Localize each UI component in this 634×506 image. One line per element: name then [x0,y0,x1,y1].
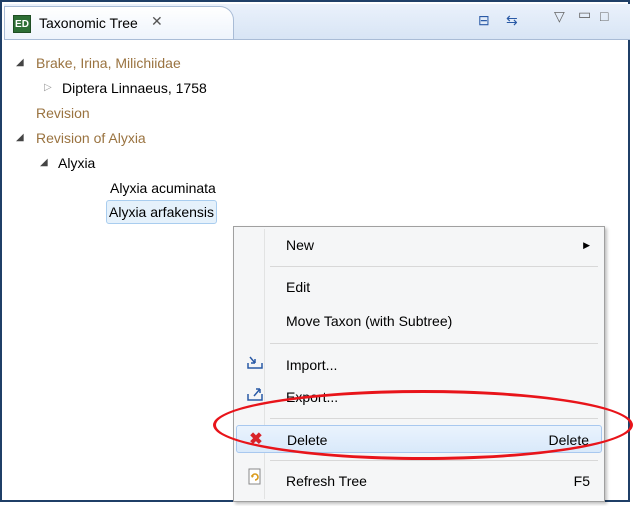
close-icon[interactable]: ✕ [151,13,163,30]
expand-arrow-icon[interactable]: ◢ [40,152,50,174]
tree-node-label: Diptera Linnaeus, 1758 [62,80,207,96]
export-icon [244,383,266,411]
tree-node-label: Revision of Alyxia [36,130,146,146]
submenu-arrow-icon: ▶ [583,240,590,250]
menu-separator [270,418,598,419]
view-tab-bar: ED Taxonomic Tree ✕ ⊟ ⇆ ▽ ▭ □ [4,4,630,40]
tab-taxonomic-tree[interactable]: ED Taxonomic Tree ✕ [4,6,234,39]
menu-item-edit[interactable]: Edit [236,273,602,301]
import-icon [244,351,266,379]
editor-logo-icon: ED [13,15,31,33]
expand-arrow-icon[interactable]: ◢ [16,127,26,149]
tree-node-label: Alyxia [58,155,96,171]
tree-node[interactable]: Revision [36,102,90,124]
delete-icon: ✖ [249,431,263,448]
link-with-editor-icon[interactable]: ⇆ [506,12,518,29]
menu-separator [270,343,598,344]
menu-item-export[interactable]: Export... [236,383,602,411]
minimize-icon[interactable]: ▭ [578,6,591,23]
refresh-icon [244,467,266,495]
menu-item-delete[interactable]: ✖ Delete Delete [236,425,602,453]
menu-separator [270,266,598,267]
expand-arrow-icon[interactable]: ◢ [16,52,26,74]
menu-item-import[interactable]: Import... [236,351,602,379]
menu-item-new[interactable]: New ▶ [236,231,602,259]
view-menu-icon[interactable]: ▽ [554,8,565,25]
collapse-all-icon[interactable]: ⊟ [478,12,490,29]
menu-separator [270,460,598,461]
tree-node[interactable]: Alyxia acuminata [110,177,216,199]
maximize-icon[interactable]: □ [600,8,608,24]
tree-node-label: Brake, Irina, Milichiidae [36,55,181,71]
context-menu: New ▶ Edit Move Taxon (with Subtree) Imp… [233,226,605,502]
tab-title: Taxonomic Tree [39,15,138,31]
menu-item-refresh-tree[interactable]: Refresh Tree F5 [236,467,602,495]
tree-node-selected[interactable]: Alyxia arfakensis [106,200,218,224]
menu-item-move-taxon[interactable]: Move Taxon (with Subtree) [236,307,602,335]
collapsed-arrow-icon[interactable]: ▷ [44,77,54,99]
